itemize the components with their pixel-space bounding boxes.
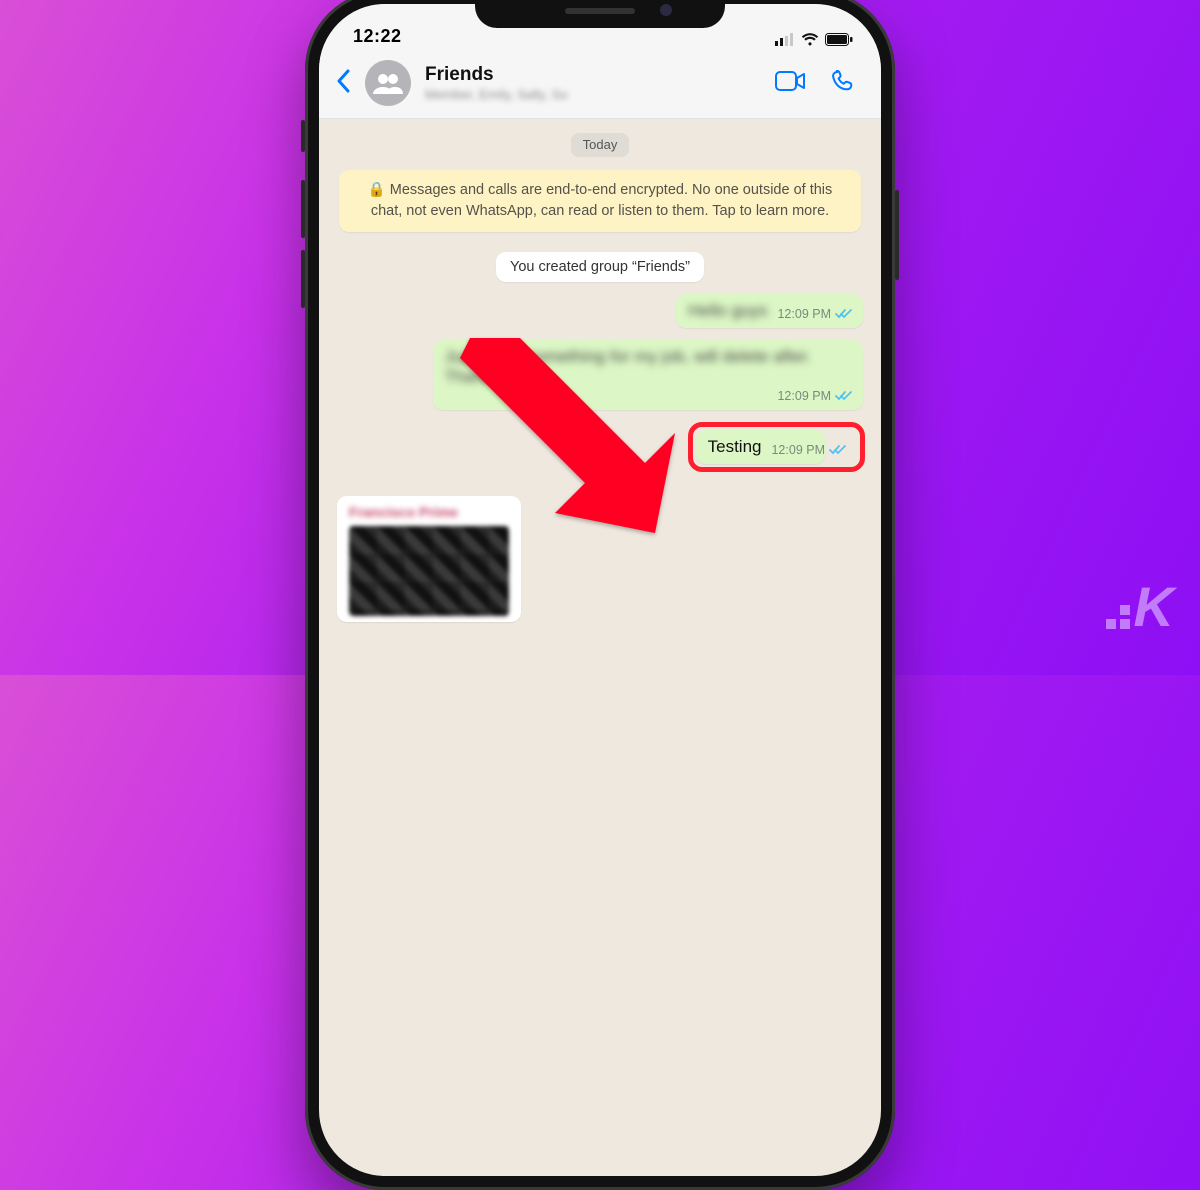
read-ticks-icon [835, 308, 853, 320]
message-text-blurred: Hello guys [688, 301, 767, 321]
chat-subtitle: Member, Emily, Sally, So [425, 87, 759, 102]
phone-screen: 12:22 Friends Member, Emily, Sally, So [319, 4, 881, 1176]
chat-title: Friends [425, 64, 759, 86]
phone-vol-down [301, 250, 305, 308]
message-time: 12:09 PM [777, 307, 831, 321]
read-ticks-icon [829, 444, 847, 456]
people-icon [373, 72, 403, 94]
message-time: 12:09 PM [777, 389, 831, 403]
logo-dots [1106, 605, 1130, 629]
phone-mute-switch [301, 120, 305, 152]
status-indicators [775, 33, 853, 46]
system-message: You created group “Friends” [496, 252, 704, 282]
chat-body[interactable]: Today 🔒Messages and calls are end-to-end… [319, 119, 881, 642]
battery-icon [825, 33, 853, 46]
notch-speaker [565, 8, 635, 14]
highlight-annotation: Testing 12:09 PM [688, 422, 865, 472]
phone-power-button [895, 190, 899, 280]
message-sender-blurred: Francisco Prime [349, 504, 509, 520]
message-text: Testing [708, 437, 762, 457]
message-image-blurred [349, 526, 509, 616]
lock-icon: 🔒 [368, 182, 386, 198]
back-button[interactable] [331, 65, 355, 102]
message-out[interactable]: Hello guys 12:09 PM [676, 294, 863, 328]
chevron-left-icon [335, 69, 351, 93]
message-out[interactable]: Just doing something for my job, will de… [433, 340, 863, 410]
phone-frame: 12:22 Friends Member, Emily, Sally, So [305, 0, 895, 1190]
notch-camera [660, 4, 672, 16]
chat-header: Friends Member, Emily, Sally, So [319, 50, 881, 119]
phone-icon [831, 69, 855, 93]
phone-vol-up [301, 180, 305, 238]
date-separator: Today [571, 133, 630, 156]
message-text-blurred: Just doing something for my job, will de… [445, 347, 853, 387]
message-out-highlighted[interactable]: Testing 12:09 PM [696, 430, 825, 464]
message-in[interactable]: Francisco Prime [337, 496, 521, 622]
read-ticks-icon [835, 390, 853, 402]
group-avatar[interactable] [365, 60, 411, 106]
status-time: 12:22 [353, 25, 402, 46]
voice-call-button[interactable] [821, 69, 865, 98]
watermark-logo: K [1106, 574, 1170, 639]
logo-letter: K [1134, 574, 1170, 639]
cellular-icon [775, 33, 795, 46]
wifi-icon [801, 33, 819, 46]
chat-title-block[interactable]: Friends Member, Emily, Sally, So [425, 64, 759, 102]
encryption-notice[interactable]: 🔒Messages and calls are end-to-end encry… [339, 170, 861, 232]
encryption-text: Messages and calls are end-to-end encryp… [371, 182, 832, 219]
video-call-button[interactable] [765, 71, 815, 96]
video-camera-icon [775, 71, 805, 91]
message-time: 12:09 PM [771, 443, 825, 457]
